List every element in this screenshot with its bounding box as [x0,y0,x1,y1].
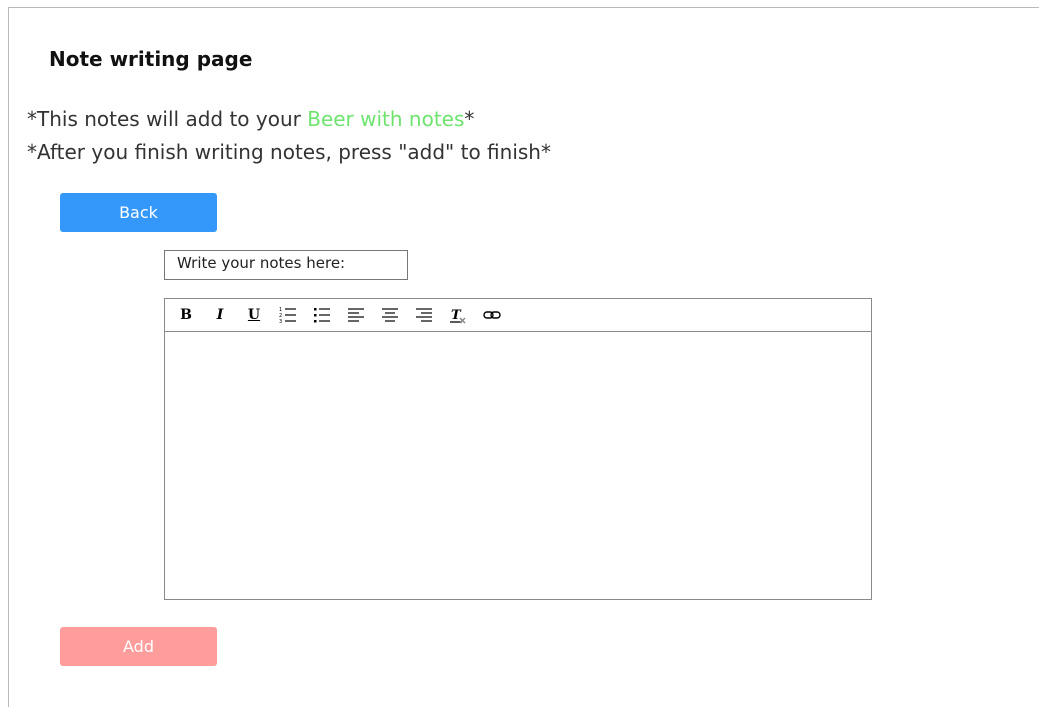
rich-text-editor: B I U 1 2 3 T [164,298,872,600]
info-note-2: *After you finish writing notes, press "… [27,140,551,164]
svg-text:3: 3 [279,319,282,324]
italic-icon[interactable]: I [209,304,231,326]
align-right-icon[interactable] [413,304,435,326]
svg-text:T: T [451,308,462,323]
info-note-1-suffix: * [464,107,475,131]
beer-with-notes-link[interactable]: Beer with notes [307,107,464,131]
notes-label: Write your notes here: [164,250,408,280]
page-title: Note writing page [49,47,253,71]
clear-format-icon[interactable]: T [447,304,469,326]
editor-toolbar: B I U 1 2 3 T [165,299,871,332]
notes-editor-area[interactable] [165,332,871,599]
bullet-list-icon[interactable] [311,304,333,326]
back-button[interactable]: Back [60,193,217,232]
underline-icon[interactable]: U [243,304,265,326]
link-icon[interactable] [481,304,503,326]
add-button[interactable]: Add [60,627,217,666]
info-note-1: *This notes will add to your Beer with n… [27,107,474,131]
bold-icon[interactable]: B [175,304,197,326]
info-note-1-prefix: *This notes will add to your [27,107,308,131]
ordered-list-icon[interactable]: 1 2 3 [277,304,299,326]
align-center-icon[interactable] [379,304,401,326]
align-left-icon[interactable] [345,304,367,326]
